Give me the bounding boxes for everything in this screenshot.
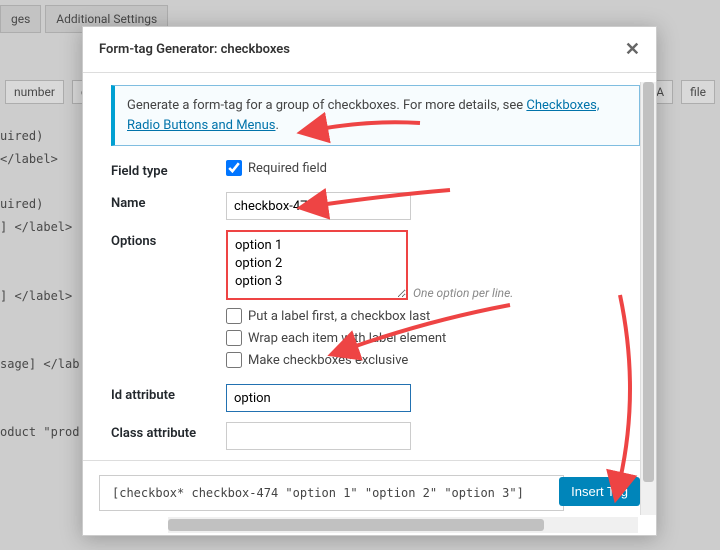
wrap-text: Wrap each item with label element [248, 331, 446, 346]
bg-chip-number: number [5, 80, 64, 104]
close-icon[interactable]: ✕ [625, 39, 640, 60]
label-first-text: Put a label first, a checkbox last [248, 309, 430, 324]
bg-code-snippet: uired) </label> uired) ] </label> ] </la… [0, 125, 79, 444]
id-attribute-input[interactable] [226, 384, 411, 412]
generated-tag-output[interactable]: [checkbox* checkbox-474 "option 1" "opti… [99, 475, 564, 511]
options-hint: One option per line. [413, 286, 513, 300]
bg-chip-file: file [681, 80, 715, 104]
insert-tag-button[interactable]: Insert Tag [559, 477, 640, 506]
required-label: Required field [248, 161, 327, 176]
info-text-post: . [276, 118, 279, 133]
exclusive-text: Make checkboxes exclusive [248, 353, 408, 368]
modal-header: Form-tag Generator: checkboxes ✕ [83, 27, 656, 73]
required-checkbox[interactable] [226, 160, 242, 176]
name-input[interactable] [226, 192, 411, 220]
exclusive-checkbox[interactable] [226, 352, 242, 368]
label-name: Name [111, 192, 226, 211]
label-first-checkbox[interactable] [226, 308, 242, 324]
label-field-type: Field type [111, 160, 226, 179]
info-text: Generate a form-tag for a group of check… [127, 98, 526, 113]
form-tag-generator-modal: Form-tag Generator: checkboxes ✕ Generat… [82, 26, 657, 536]
label-class-attr: Class attribute [111, 422, 226, 441]
wrap-checkbox[interactable] [226, 330, 242, 346]
bg-tab: ges [0, 5, 41, 33]
class-attribute-input[interactable] [226, 422, 411, 450]
info-notice: Generate a form-tag for a group of check… [111, 85, 640, 146]
label-id-attr: Id attribute [111, 384, 226, 403]
options-textarea[interactable]: option 1 option 2 option 3 [226, 230, 408, 300]
modal-title: Form-tag Generator: checkboxes [99, 42, 290, 57]
scrollbar-horizontal[interactable] [168, 517, 638, 533]
label-options: Options [111, 230, 226, 249]
modal-body: Generate a form-tag for a group of check… [83, 73, 656, 460]
